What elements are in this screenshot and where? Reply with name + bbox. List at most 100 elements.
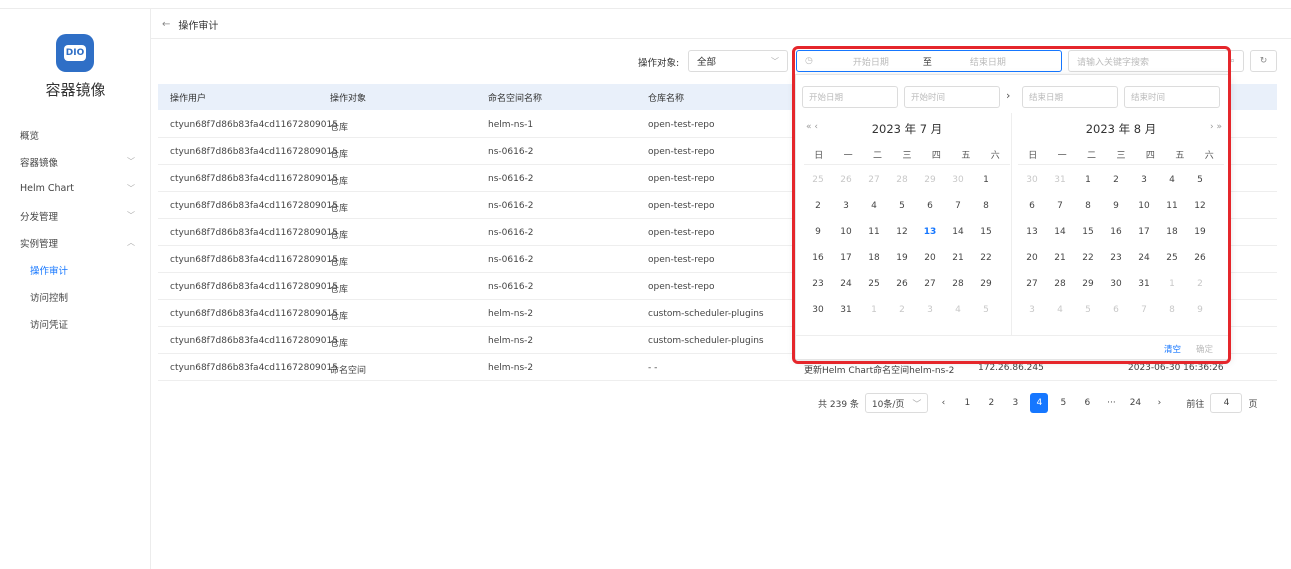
calendar-day[interactable]: 3	[1130, 167, 1158, 193]
calendar-day[interactable]: 20	[916, 245, 944, 271]
calendar-day[interactable]: 28	[888, 167, 916, 193]
calendar-day[interactable]: 21	[1046, 245, 1074, 271]
start-date-input[interactable]: 开始日期	[802, 86, 898, 108]
calendar-day[interactable]: 4	[1046, 297, 1074, 323]
calendar-day[interactable]: 9	[1102, 193, 1130, 219]
calendar-day[interactable]: 29	[972, 271, 1000, 297]
refresh-button[interactable]: ↻	[1250, 50, 1277, 72]
goto-page-input[interactable]: 4	[1210, 393, 1243, 413]
calendar-day[interactable]: 16	[804, 245, 832, 271]
page-number[interactable]: 24	[1126, 393, 1144, 413]
prev-page-button[interactable]: ‹	[934, 393, 952, 413]
calendar-day[interactable]: 26	[1186, 245, 1214, 271]
calendar-day[interactable]: 17	[832, 245, 860, 271]
calendar-day[interactable]: 23	[804, 271, 832, 297]
calendar-day[interactable]: 12	[888, 219, 916, 245]
page-number[interactable]: 5	[1054, 393, 1072, 413]
calendar-day[interactable]: 6	[1018, 193, 1046, 219]
calendar-day[interactable]: 1	[860, 297, 888, 323]
calendar-day[interactable]: 13	[916, 219, 944, 245]
calendar-day[interactable]: 2	[1186, 271, 1214, 297]
calendar-day[interactable]: 13	[1018, 219, 1046, 245]
end-time-input[interactable]: 结束时间	[1124, 86, 1220, 108]
back-arrow-icon[interactable]: ←	[162, 19, 170, 30]
calendar-day[interactable]: 27	[1018, 271, 1046, 297]
sidebar-item-container-image[interactable]: 容器镜像 ﹀	[0, 148, 151, 175]
confirm-button[interactable]: 确定	[1196, 343, 1213, 355]
calendar-day[interactable]: 28	[1046, 271, 1074, 297]
calendar-day[interactable]: 2	[804, 193, 832, 219]
calendar-day[interactable]: 1	[1074, 167, 1102, 193]
clear-button[interactable]: 清空	[1164, 343, 1181, 355]
calendar-day[interactable]: 10	[1130, 193, 1158, 219]
calendar-day[interactable]: 7	[1046, 193, 1074, 219]
start-time-input[interactable]: 开始时间	[904, 86, 1000, 108]
calendar-day[interactable]: 29	[916, 167, 944, 193]
calendar-day[interactable]: 12	[1186, 193, 1214, 219]
calendar-day[interactable]: 5	[972, 297, 1000, 323]
calendar-day[interactable]: 7	[1130, 297, 1158, 323]
sidebar-item-overview[interactable]: 概览	[0, 121, 151, 148]
calendar-day[interactable]: 22	[972, 245, 1000, 271]
next-year-icon[interactable]: › »	[1210, 122, 1222, 132]
calendar-day[interactable]: 22	[1074, 245, 1102, 271]
calendar-day[interactable]: 7	[944, 193, 972, 219]
page-number[interactable]: ···	[1102, 393, 1120, 413]
calendar-day[interactable]: 26	[888, 271, 916, 297]
calendar-day[interactable]: 3	[1018, 297, 1046, 323]
page-number[interactable]: 3	[1006, 393, 1024, 413]
calendar-day[interactable]: 1	[972, 167, 1000, 193]
calendar-day[interactable]: 10	[832, 219, 860, 245]
calendar-day[interactable]: 6	[916, 193, 944, 219]
calendar-day[interactable]: 27	[916, 271, 944, 297]
calendar-day[interactable]: 2	[888, 297, 916, 323]
calendar-day[interactable]: 5	[888, 193, 916, 219]
search-icon[interactable]: ⌕	[1230, 56, 1235, 66]
sidebar-item-credentials[interactable]: 访问凭证	[0, 310, 151, 337]
calendar-day[interactable]: 25	[860, 271, 888, 297]
calendar-day[interactable]: 18	[860, 245, 888, 271]
page-number[interactable]: 6	[1078, 393, 1096, 413]
calendar-day[interactable]: 8	[1158, 297, 1186, 323]
calendar-day[interactable]: 16	[1102, 219, 1130, 245]
calendar-day[interactable]: 5	[1186, 167, 1214, 193]
calendar-day[interactable]: 9	[804, 219, 832, 245]
calendar-day[interactable]: 29	[1074, 271, 1102, 297]
calendar-day[interactable]: 26	[832, 167, 860, 193]
sidebar-item-audit[interactable]: 操作审计	[0, 256, 151, 283]
sidebar-item-helm-chart[interactable]: Helm Chart ﹀	[0, 175, 151, 202]
calendar-day[interactable]: 2	[1102, 167, 1130, 193]
calendar-day[interactable]: 30	[1018, 167, 1046, 193]
calendar-day[interactable]: 30	[804, 297, 832, 323]
page-number[interactable]: 1	[958, 393, 976, 413]
calendar-day[interactable]: 23	[1102, 245, 1130, 271]
object-filter-select[interactable]: 全部 ﹀	[688, 50, 788, 72]
calendar-day[interactable]: 6	[1102, 297, 1130, 323]
calendar-day[interactable]: 31	[1046, 167, 1074, 193]
calendar-day[interactable]: 18	[1158, 219, 1186, 245]
calendar-day[interactable]: 8	[972, 193, 1000, 219]
calendar-day[interactable]: 11	[860, 219, 888, 245]
calendar-day[interactable]: 30	[944, 167, 972, 193]
calendar-day[interactable]: 24	[832, 271, 860, 297]
page-number[interactable]: 2	[982, 393, 1000, 413]
sidebar-item-distribution[interactable]: 分发管理 ﹀	[0, 202, 151, 229]
calendar-day[interactable]: 25	[804, 167, 832, 193]
calendar-day[interactable]: 15	[1074, 219, 1102, 245]
calendar-day[interactable]: 4	[944, 297, 972, 323]
calendar-day[interactable]: 31	[1130, 271, 1158, 297]
date-range-input[interactable]: ◷ 开始日期 至 结束日期	[796, 50, 1062, 72]
calendar-day[interactable]: 15	[972, 219, 1000, 245]
calendar-day[interactable]: 8	[1074, 193, 1102, 219]
calendar-day[interactable]: 21	[944, 245, 972, 271]
calendar-day[interactable]: 1	[1158, 271, 1186, 297]
calendar-day[interactable]: 27	[860, 167, 888, 193]
calendar-day[interactable]: 19	[1186, 219, 1214, 245]
calendar-day[interactable]: 19	[888, 245, 916, 271]
calendar-day[interactable]: 4	[1158, 167, 1186, 193]
calendar-day[interactable]: 3	[832, 193, 860, 219]
calendar-day[interactable]: 4	[860, 193, 888, 219]
page-size-select[interactable]: 10条/页 ﹀	[864, 393, 929, 413]
calendar-day[interactable]: 31	[832, 297, 860, 323]
sidebar-item-access-control[interactable]: 访问控制	[0, 283, 151, 310]
